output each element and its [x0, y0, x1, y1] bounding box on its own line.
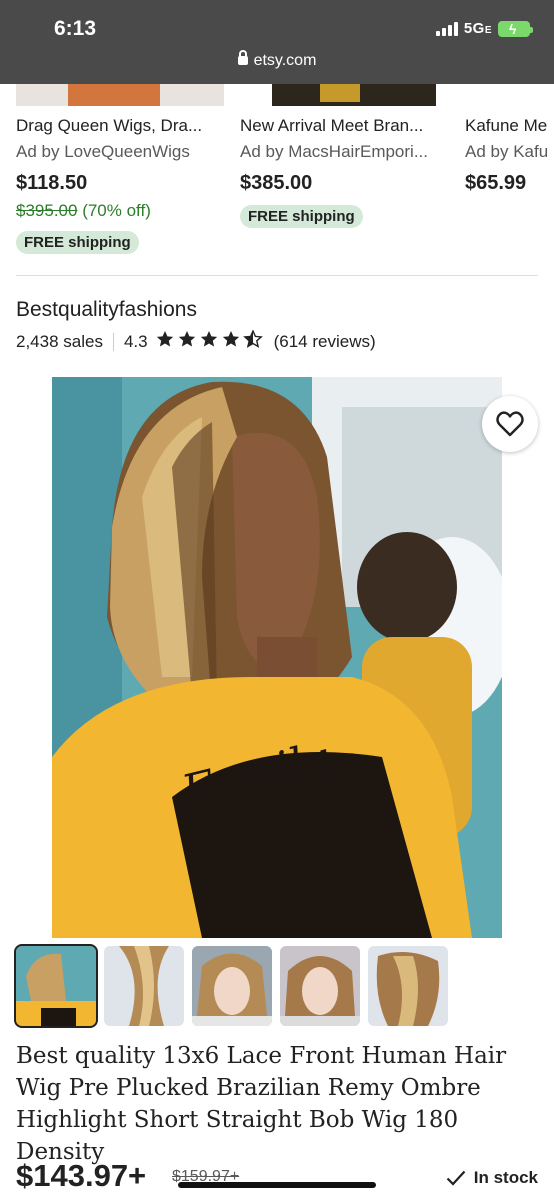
free-shipping-badge: FREE shipping [240, 205, 363, 228]
divider [16, 275, 538, 276]
image-thumbnails [14, 944, 448, 1028]
url-bar[interactable]: etsy.com [0, 50, 554, 70]
thumbnail-5[interactable] [368, 946, 448, 1026]
product-main-image[interactable]: Family [52, 377, 502, 938]
ad-seller: Ad by MacsHairEmpori... [240, 142, 428, 161]
signal-icon [435, 21, 458, 36]
price-row: $143.97+ $159.97+ In stock [16, 1154, 538, 1198]
network-label: 5GE [463, 20, 492, 37]
ad-image-1[interactable] [16, 84, 224, 106]
status-indicators: 5GE ϟ [435, 20, 533, 37]
meta-separator [112, 332, 114, 351]
product-photo: Family [52, 377, 502, 938]
status-time: 6:13 [54, 17, 97, 40]
shop-sales: 2,438 sales [16, 331, 103, 351]
lock-icon [237, 50, 248, 65]
shop-name[interactable]: Bestqualityfashions [16, 298, 197, 322]
ad-card[interactable]: Drag Queen Wigs, Dra... Ad by LoveQueenW… [16, 116, 236, 254]
heart-icon [496, 411, 524, 437]
ad-original-price: $395.00 (70% off) [16, 201, 151, 220]
star-icon [156, 330, 262, 348]
shop-reviews[interactable]: (614 reviews) [274, 332, 376, 352]
ad-price: $385.00 [240, 172, 313, 194]
home-indicator[interactable] [178, 1182, 376, 1188]
battery-icon: ϟ [498, 20, 533, 37]
favorite-button[interactable] [482, 396, 538, 452]
free-shipping-badge: FREE shipping [16, 231, 139, 254]
stock-status: In stock [446, 1168, 538, 1188]
ad-seller: Ad by LoveQueenWigs [16, 142, 190, 161]
rating-stars[interactable] [156, 330, 266, 353]
browser-status-bar: 6:13 5GE ϟ etsy.com [0, 0, 554, 84]
ad-price: $65.99 [465, 172, 527, 194]
shop-rating: 4.3 [123, 331, 148, 351]
stock-label: In stock [473, 1168, 538, 1187]
shop-meta: 2,438 sales 4.3 (614 reviews) [16, 330, 376, 353]
ad-image-2[interactable] [272, 84, 436, 106]
ad-seller: Ad by Kafu [465, 142, 549, 161]
thumbnail-2[interactable] [104, 946, 184, 1026]
thumbnail-1[interactable] [14, 944, 98, 1028]
ad-card[interactable]: New Arrival Meet Bran... Ad by MacsHairE… [240, 116, 460, 228]
checkmark-icon [446, 1170, 466, 1186]
product-price: $143.97+ [16, 1158, 147, 1193]
thumbnail-3[interactable] [192, 946, 272, 1026]
ad-card[interactable]: Kafune Me Ad by Kafu $65.99 [465, 116, 554, 195]
thumbnail-4[interactable] [280, 946, 360, 1026]
product-title: Best quality 13x6 Lace Front Human Hair … [16, 1043, 507, 1165]
ad-title[interactable]: Kafune Me [465, 116, 554, 136]
url-text: etsy.com [253, 52, 317, 69]
ad-title[interactable]: Drag Queen Wigs, Dra... [16, 116, 236, 136]
ad-title[interactable]: New Arrival Meet Bran... [240, 116, 460, 136]
ad-price: $118.50 [16, 172, 88, 194]
